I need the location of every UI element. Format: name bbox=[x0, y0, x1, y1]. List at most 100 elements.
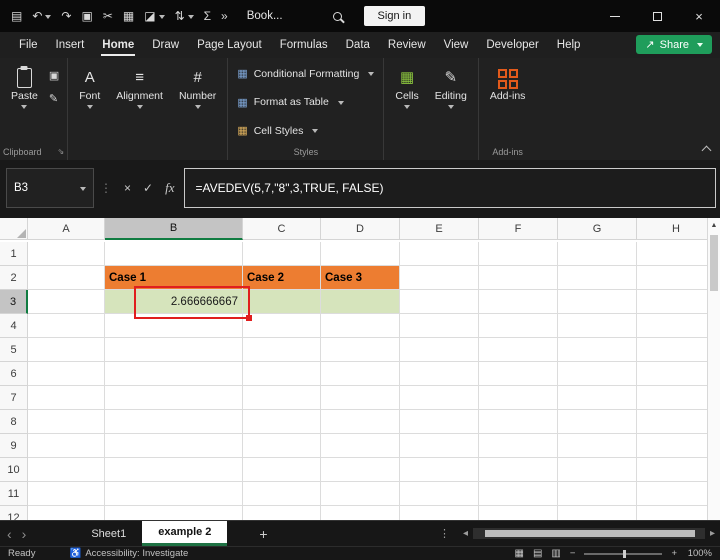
row-header-5[interactable]: 5 bbox=[0, 338, 28, 362]
cell-H10[interactable] bbox=[637, 458, 716, 482]
cell-A4[interactable] bbox=[28, 314, 105, 338]
search-button[interactable] bbox=[327, 12, 348, 21]
cells-button[interactable]: ▦Cells bbox=[387, 61, 426, 112]
cell-B4[interactable] bbox=[105, 314, 243, 338]
collapse-ribbon-icon[interactable] bbox=[702, 146, 712, 156]
cell-styles-button[interactable]: ▦Cell Styles bbox=[233, 122, 378, 139]
format-painter-icon[interactable]: ✎ bbox=[49, 92, 59, 105]
cell-H6[interactable] bbox=[637, 362, 716, 386]
menu-tab-developer[interactable]: Developer bbox=[477, 34, 547, 56]
cell-C7[interactable] bbox=[243, 386, 321, 410]
sort-icon[interactable]: ⇅ bbox=[170, 4, 199, 28]
cell-B10[interactable] bbox=[105, 458, 243, 482]
cell-E3[interactable] bbox=[400, 290, 479, 314]
cell-H8[interactable] bbox=[637, 410, 716, 434]
cell-H3[interactable] bbox=[637, 290, 716, 314]
cell-F8[interactable] bbox=[479, 410, 558, 434]
cell-A1[interactable] bbox=[28, 242, 105, 266]
cell-D12[interactable] bbox=[321, 506, 400, 520]
cell-E1[interactable] bbox=[400, 242, 479, 266]
row-header-9[interactable]: 9 bbox=[0, 434, 28, 458]
cell-D10[interactable] bbox=[321, 458, 400, 482]
cell-A9[interactable] bbox=[28, 434, 105, 458]
cell-A11[interactable] bbox=[28, 482, 105, 506]
menu-tab-view[interactable]: View bbox=[435, 34, 478, 56]
prev-sheet-icon[interactable]: ‹ bbox=[7, 526, 12, 542]
row-header-7[interactable]: 7 bbox=[0, 386, 28, 410]
cell-C10[interactable] bbox=[243, 458, 321, 482]
cell-B12[interactable] bbox=[105, 506, 243, 520]
page-break-view-icon[interactable]: ▥ bbox=[551, 548, 560, 559]
cell-B9[interactable] bbox=[105, 434, 243, 458]
cell-B7[interactable] bbox=[105, 386, 243, 410]
cell-C5[interactable] bbox=[243, 338, 321, 362]
column-header-G[interactable]: G bbox=[558, 218, 637, 240]
cell-E2[interactable] bbox=[400, 266, 479, 290]
cell-F3[interactable] bbox=[479, 290, 558, 314]
conditional-formatting-button[interactable]: ▦Conditional Formatting bbox=[233, 65, 378, 82]
scroll-up-icon[interactable]: ▲ bbox=[708, 218, 720, 232]
cell-B6[interactable] bbox=[105, 362, 243, 386]
select-all-corner[interactable] bbox=[0, 218, 28, 240]
cell-A10[interactable] bbox=[28, 458, 105, 482]
cancel-button[interactable]: × bbox=[118, 181, 137, 195]
copy-icon[interactable]: ▣ bbox=[76, 4, 97, 28]
row-header-10[interactable]: 10 bbox=[0, 458, 28, 482]
cell-C4[interactable] bbox=[243, 314, 321, 338]
cell-C9[interactable] bbox=[243, 434, 321, 458]
cell-F2[interactable] bbox=[479, 266, 558, 290]
cell-E10[interactable] bbox=[400, 458, 479, 482]
cell-D9[interactable] bbox=[321, 434, 400, 458]
column-header-D[interactable]: D bbox=[321, 218, 400, 240]
cell-F9[interactable] bbox=[479, 434, 558, 458]
cell-C2[interactable]: Case 2 bbox=[243, 266, 321, 290]
paste-button[interactable]: Paste bbox=[3, 61, 46, 112]
cell-D6[interactable] bbox=[321, 362, 400, 386]
row-header-2[interactable]: 2 bbox=[0, 266, 28, 290]
cell-A2[interactable] bbox=[28, 266, 105, 290]
cell-H7[interactable] bbox=[637, 386, 716, 410]
column-header-C[interactable]: C bbox=[243, 218, 321, 240]
cell-E12[interactable] bbox=[400, 506, 479, 520]
sheet-tab-example-2[interactable]: example 2 bbox=[142, 521, 227, 546]
cell-A3[interactable] bbox=[28, 290, 105, 314]
add-sheet-button[interactable]: + bbox=[245, 521, 281, 546]
redo-icon[interactable]: ↷ bbox=[56, 4, 76, 28]
cell-B3[interactable]: 2.666666667 bbox=[105, 290, 243, 314]
cell-F7[interactable] bbox=[479, 386, 558, 410]
cell-B8[interactable] bbox=[105, 410, 243, 434]
cell-H4[interactable] bbox=[637, 314, 716, 338]
cell-A8[interactable] bbox=[28, 410, 105, 434]
cell-D8[interactable] bbox=[321, 410, 400, 434]
vertical-scrollbar-thumb[interactable] bbox=[710, 235, 718, 291]
cell-A7[interactable] bbox=[28, 386, 105, 410]
cell-C3[interactable] bbox=[243, 290, 321, 314]
menu-tab-help[interactable]: Help bbox=[548, 34, 590, 56]
row-header-8[interactable]: 8 bbox=[0, 410, 28, 434]
copy-icon[interactable]: ▣ bbox=[49, 69, 59, 82]
cell-B1[interactable] bbox=[105, 242, 243, 266]
cut-icon[interactable]: ✂ bbox=[98, 4, 118, 28]
cell-D3[interactable] bbox=[321, 290, 400, 314]
menu-tab-draw[interactable]: Draw bbox=[143, 34, 188, 56]
column-header-A[interactable]: A bbox=[28, 218, 105, 240]
cell-E7[interactable] bbox=[400, 386, 479, 410]
page-layout-view-icon[interactable]: ▤ bbox=[533, 548, 542, 559]
column-header-E[interactable]: E bbox=[400, 218, 479, 240]
cell-D4[interactable] bbox=[321, 314, 400, 338]
cell-D1[interactable] bbox=[321, 242, 400, 266]
cell-D5[interactable] bbox=[321, 338, 400, 362]
cell-H12[interactable] bbox=[637, 506, 716, 520]
cell-G2[interactable] bbox=[558, 266, 637, 290]
menu-tab-insert[interactable]: Insert bbox=[47, 34, 94, 56]
cell-G1[interactable] bbox=[558, 242, 637, 266]
cell-C11[interactable] bbox=[243, 482, 321, 506]
cell-G11[interactable] bbox=[558, 482, 637, 506]
cell-D7[interactable] bbox=[321, 386, 400, 410]
row-header-4[interactable]: 4 bbox=[0, 314, 28, 338]
cell-B11[interactable] bbox=[105, 482, 243, 506]
cell-G3[interactable] bbox=[558, 290, 637, 314]
cell-A12[interactable] bbox=[28, 506, 105, 520]
column-header-B[interactable]: B bbox=[105, 218, 243, 240]
cell-F10[interactable] bbox=[479, 458, 558, 482]
